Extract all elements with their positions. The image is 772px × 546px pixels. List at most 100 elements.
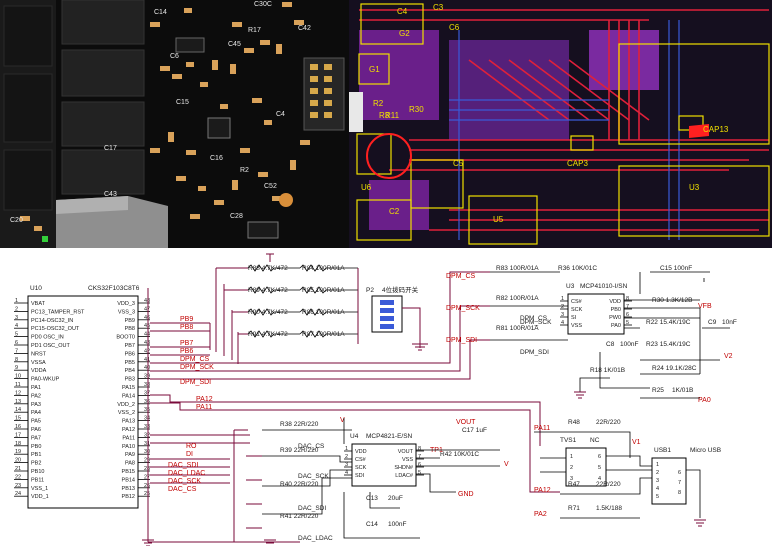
dac-net: DAC_CS [298,443,325,450]
pin-name: VDD_1 [31,494,49,500]
pin-number: 44 [144,332,150,338]
pin-number: 29 [144,458,150,464]
pin-name: VDD [355,449,367,455]
net-label: DPM_SCK [446,305,480,312]
schematic-view: U10 CKS32F103C8T6 1 VBAT 2 PC13_TAMPER_RST 3… [0,248,772,546]
pin-number: 47 [144,306,150,312]
pin-number: 3 [656,478,659,484]
layout-label: G2 [399,29,410,38]
resistor-label: R87 100R/01A [302,331,345,338]
net-label: PA11 [534,425,550,432]
silk-label: C28 [230,213,243,220]
pin-number: 26 [144,483,150,489]
pin-name: SHDN# [394,465,414,471]
resistor-label: R84 100R/01A [302,265,345,272]
pin-name: VDDA [31,368,47,374]
pin-number: 7 [15,348,18,354]
net-label: DAC_SDI [168,462,198,469]
pin-number: 23 [15,483,21,489]
pin-number: 38 [144,382,150,388]
pin-number: 4 [598,476,601,482]
pin-name: PB15 [122,469,135,475]
cap-label: C17 1uF [462,427,487,434]
layout-label: C6 [449,23,460,32]
pin-name: PB9 [125,318,135,324]
switch-name: 4位拨码开关 [382,285,419,294]
pin-name: CS# [355,457,367,463]
tvs-label: TVS1 [560,437,577,444]
pin-number: 41 [144,357,150,363]
pin-name: PB1 [31,452,41,458]
net-label: VOUT [456,419,476,426]
pot-left-pins: 1 CS# 2 SCK 3 SI 4 VSS [560,296,583,329]
pin-name: PA3 [31,402,41,408]
silk-label: C14 [154,9,167,16]
pin-name: PB10 [31,469,44,475]
resistor-label: R91 4.7K/472 [248,331,288,338]
pin-name: PB0 [31,444,41,450]
net-label: DAC_LDAC [168,470,205,477]
resistor-label: 22R/220 [596,481,621,488]
pin-number: 1 [15,298,18,304]
pin-number: 5 [626,320,629,326]
pin-name: PA10 [122,444,135,450]
pin-number: 3 [345,462,348,468]
layout-label: U3 [689,183,700,192]
net-label: DAC_SCK [168,478,201,485]
resistor-label: R89 4.7K/472 [248,287,288,294]
pin-name: VDD [609,299,621,305]
silk-label: C17 [104,145,117,152]
pin-name: PD1 OSC_OUT [31,343,70,349]
pin-name: PD0 OSC_IN [31,335,64,341]
pin-number: 3 [15,315,18,321]
switch-ref: P2 [366,287,374,294]
silk-label: C45 [228,41,241,48]
pin-number: 25 [144,491,150,497]
net-label: TP1 [430,447,443,454]
pin-number: 40 [144,365,150,371]
pin-number: 32 [144,432,150,438]
pin-name: SCK [355,465,367,471]
pin-number: 5 [656,494,659,500]
pin-name: PA8 [125,461,135,467]
pin-name: PA15 [122,385,135,391]
net-label: DPM_CS [446,273,476,280]
usb-section: TVS1 NC USB1 Micro USB R48 22R/220 R47 2… [560,419,721,512]
pin-name: PA0-WKUP [31,377,60,383]
silk-label: C16 [210,155,223,162]
pin-number: 2 [656,470,659,476]
pin-name: PB4 [125,368,135,374]
layout-label: C5 [453,159,464,168]
pin-number: 18 [15,441,21,447]
pin-number: 4 [15,323,18,329]
pin-number: 11 [15,382,21,388]
resistor-label: R25 [652,387,664,394]
cap-label: 10nF [722,319,737,326]
digital-pot-u3: U3 MCP41010-I/SN 1 CS# 2 SCK 3 SI 4 VSS 8 VDD 7 PB… [560,283,632,335]
layout-label: U6 [361,183,372,192]
mcu-part: CKS32F103C8T6 [88,285,140,292]
silk-label: C43 [104,191,117,198]
pin-name: PA5 [31,419,41,425]
silk-label: R2 [240,167,249,174]
pin-number: 45 [144,323,150,329]
cap-label: C14 [366,521,378,528]
net-label: PB7 [180,340,193,347]
pin-number: 5 [418,470,421,476]
pin-number: 1 [656,462,659,468]
pin-name: VSS [402,457,413,463]
layout-label: CAP13 [703,125,729,134]
resistor-label: R18 1K/01B [590,367,625,374]
pin-number: 28 [144,466,150,472]
pcb-3d-svg: C14 R17 C42 C15 C16 C17 C43 C28 C20 C52 … [0,0,349,248]
pin-name: PA1 [31,385,41,391]
pin-number: 17 [15,432,21,438]
pin-name: PB11 [31,477,44,483]
pin-number: 16 [15,424,21,430]
resistor-label: R23 15.4K/19C [646,341,691,348]
resistor-label: R47 [568,481,580,488]
pin-number: 20 [15,458,21,464]
pin-name: VDD_3 [117,301,135,307]
pin-number: 42 [144,348,150,354]
pin-name: PC13_TAMPER_RST [31,309,85,315]
